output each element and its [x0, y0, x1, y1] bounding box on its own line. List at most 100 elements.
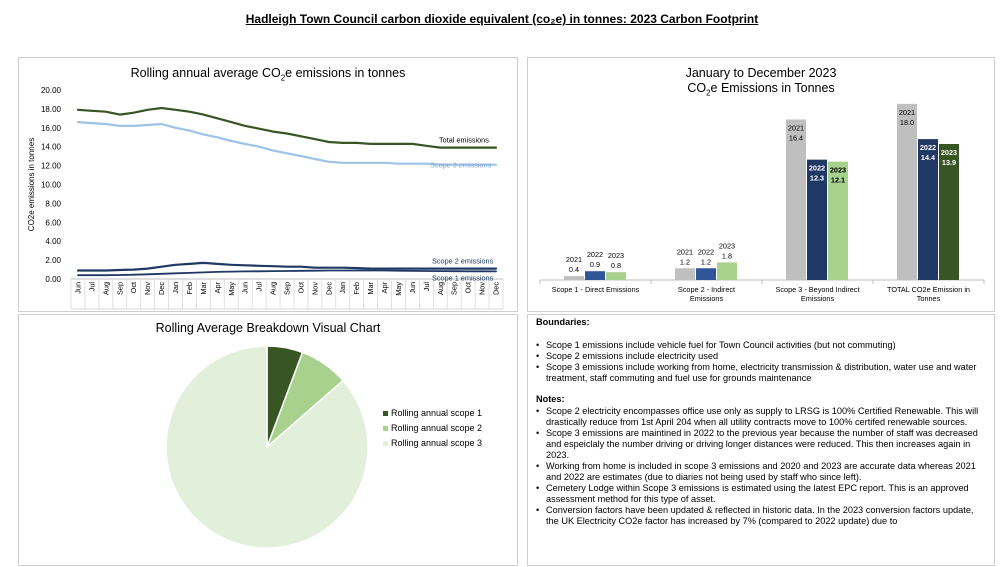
bar-year-label: 2023	[719, 241, 735, 250]
x-tick-label: Dec	[324, 282, 333, 295]
x-tick-label: May	[227, 282, 236, 296]
legend-item-scope2: Rolling annual scope 2	[383, 421, 482, 436]
category-label: Tonnes	[917, 294, 941, 303]
list-item: Conversion factors have been updated & r…	[546, 505, 986, 527]
y-tick-label: 0.00	[45, 275, 61, 284]
category-label: Emissions	[690, 294, 724, 303]
series-line	[78, 108, 496, 148]
bar-value-label: 12.1	[831, 176, 845, 185]
bar-value-label: 13.9	[942, 158, 956, 167]
bar	[897, 104, 917, 280]
x-tick-label: Jan	[338, 282, 347, 294]
legend-item-scope1: Rolling annual scope 1	[383, 406, 482, 421]
bar-value-label: 1.2	[680, 257, 690, 266]
x-tick-label: Sep	[283, 282, 292, 295]
category-label: Scope 3 - Beyond Indirect	[776, 285, 860, 294]
y-tick-label: 12.00	[41, 162, 62, 171]
x-tick-label: Jun	[241, 282, 250, 294]
legend-swatch	[383, 426, 388, 431]
notes-panel: Boundaries: Scope 1 emissions include ve…	[527, 314, 995, 566]
list-item: Scope 2 emissions include electricity us…	[546, 351, 986, 362]
y-tick-label: 8.00	[45, 199, 61, 208]
y-tick-label: 2.00	[45, 256, 61, 265]
x-tick-label: Mar	[199, 281, 208, 294]
line-chart-panel: Rolling annual average CO2e emissions in…	[18, 57, 518, 312]
bar-value-label: 1.2	[701, 257, 711, 266]
series-label: Scope 2 emissions	[432, 257, 494, 266]
bar-value-label: 0.9	[590, 260, 600, 269]
x-tick-label: Nov	[143, 282, 152, 295]
y-tick-label: 14.00	[41, 143, 62, 152]
legend-swatch	[383, 411, 388, 416]
bar-year-label: 2021	[899, 108, 915, 117]
bar	[717, 262, 737, 280]
page-title: Hadleigh Town Council carbon dioxide equ…	[0, 12, 1004, 26]
bar-value-label: 1.8	[722, 251, 732, 260]
y-axis-label: CO2e emissions in tonnes	[27, 138, 36, 231]
x-tick-label: Oct	[129, 282, 138, 293]
notes-heading: Notes:	[536, 394, 986, 405]
y-tick-label: 10.00	[41, 181, 62, 190]
y-tick-label: 16.00	[41, 124, 62, 133]
x-tick-label: Mar	[366, 281, 375, 294]
legend-swatch	[383, 441, 388, 446]
bar-year-label: 2021	[788, 124, 804, 133]
bar	[675, 268, 695, 280]
x-tick-label: Sep	[115, 282, 124, 295]
x-tick-label: Jun	[408, 282, 417, 294]
y-tick-label: 4.00	[45, 237, 61, 246]
bar-value-label: 12.3	[810, 174, 824, 183]
bar	[696, 268, 716, 280]
x-tick-label: Jun	[73, 282, 82, 294]
y-tick-label: 6.00	[45, 218, 61, 227]
series-label: Scope 3 emissions	[430, 161, 492, 170]
pie-legend: Rolling annual scope 1 Rolling annual sc…	[383, 406, 482, 451]
list-item: Working from home is included in scope 3…	[546, 461, 986, 483]
category-label: Scope 1 - Direct Emissions	[552, 285, 640, 294]
x-tick-label: Apr	[380, 281, 389, 293]
series-line	[78, 122, 496, 165]
bar-year-label: 2023	[941, 148, 957, 157]
bar-chart-panel: January to December 2023 CO2e Emissions …	[527, 57, 995, 312]
bar-year-label: 2023	[830, 166, 846, 175]
x-tick-label: Dec	[157, 282, 166, 295]
bar	[564, 276, 584, 280]
x-tick-label: Feb	[185, 282, 194, 295]
x-tick-label: Jul	[255, 282, 264, 292]
x-tick-label: Aug	[269, 282, 278, 295]
line-chart: 0.00 2.00 4.00 6.00 8.00 10.00 12.00 14.00 16.00…	[19, 58, 517, 311]
category-label: Emissions	[801, 294, 835, 303]
bar-year-label: 2022	[920, 143, 936, 152]
list-item: Cemetery Lodge within Scope 3 emissions …	[546, 483, 986, 505]
x-tick-label: Jan	[171, 282, 180, 294]
y-tick-label: 18.00	[41, 105, 62, 114]
y-tick-label: 20.00	[41, 86, 62, 95]
bar-year-label: 2022	[587, 250, 603, 259]
category-label: TOTAL CO2e Emission in	[887, 285, 970, 294]
x-tick-label: May	[394, 282, 403, 296]
list-item: Scope 2 electricity encompasses office u…	[546, 406, 986, 428]
bar-value-label: 0.8	[611, 261, 621, 270]
list-item: Scope 1 emissions include vehicle fuel f…	[546, 340, 986, 351]
legend-item-scope3: Rolling annual scope 3	[383, 436, 482, 451]
x-tick-label: Nov	[310, 282, 319, 295]
x-tick-label: Jul	[87, 282, 96, 292]
bar-year-label: 2022	[698, 247, 714, 256]
bar-chart: 20210.420220.920230.8Scope 1 - Direct Em…	[528, 58, 994, 311]
x-tick-label: Nov	[478, 282, 487, 295]
notes-list: Scope 2 electricity encompasses office u…	[536, 406, 986, 527]
x-tick-label: Feb	[352, 282, 361, 295]
x-tick-label: Aug	[101, 282, 110, 295]
bar-value-label: 16.4	[789, 134, 803, 143]
bar-value-label: 14.4	[921, 153, 936, 162]
x-tick-label: Oct	[464, 282, 473, 293]
list-item: Scope 3 emissions are maintined in 2022 …	[546, 428, 986, 461]
category-label: Scope 2 - Indirect	[678, 285, 735, 294]
bar	[585, 271, 605, 280]
x-tick-label: Sep	[450, 282, 459, 295]
series-label: Total emissions	[439, 136, 489, 145]
x-tick-label: Jul	[422, 282, 431, 292]
bar-year-label: 2023	[608, 251, 624, 260]
boundaries-list: Scope 1 emissions include vehicle fuel f…	[536, 340, 986, 384]
bar	[606, 272, 626, 280]
